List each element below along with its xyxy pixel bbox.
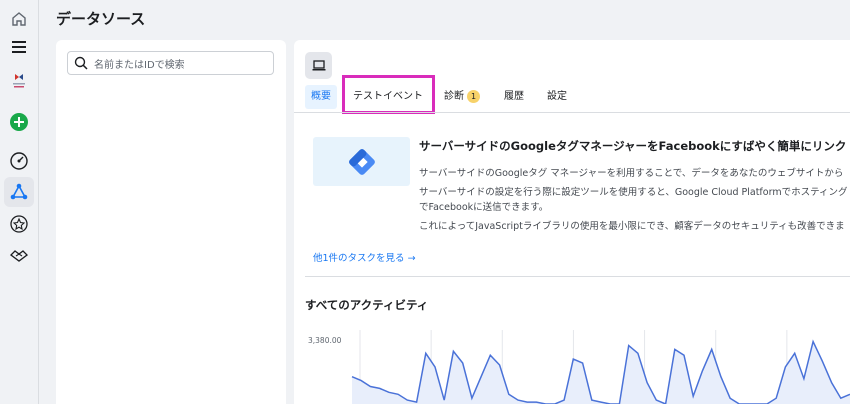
see-more-tasks-link[interactable]: 他1件のタスクを見る → bbox=[313, 250, 416, 264]
events-manager-icon[interactable] bbox=[4, 177, 34, 207]
chart-area-fill bbox=[352, 341, 850, 404]
data-source-list-panel: 名前またはIDで検索 bbox=[56, 40, 286, 404]
promo-text-line: サーバーサイドのGoogleタグ マネージャーを利用することで、データをあなたの… bbox=[419, 168, 844, 179]
home-icon[interactable] bbox=[4, 4, 34, 34]
page-title: データソース bbox=[56, 10, 146, 28]
left-nav-rail bbox=[0, 0, 39, 404]
promo-title: サーバーサイドのGoogleタグマネージャーをFacebookにすばやく簡単にリ… bbox=[419, 139, 847, 153]
tab-settings[interactable]: 設定 bbox=[547, 85, 567, 109]
activity-chart bbox=[351, 330, 850, 404]
partner-handshake-icon[interactable] bbox=[4, 240, 34, 270]
promo-text-line: これによってJavaScriptライブラリの使用を最小限にでき、顧客データのセキ… bbox=[419, 221, 845, 232]
activity-section-title: すべてのアクティビティ bbox=[305, 298, 429, 312]
data-source-detail-panel: 概要 テストイベント 診断 1 履歴 設定 サーバーサイドのGoogleタグマネー… bbox=[294, 40, 850, 404]
search-placeholder: 名前またはIDで検索 bbox=[94, 60, 185, 71]
promo-text-line: サーバーサイドの設定を行う際に設定ツールを使用すると、Google Cloud … bbox=[419, 187, 848, 198]
search-icon bbox=[74, 56, 88, 70]
google-tag-manager-logo bbox=[313, 137, 410, 186]
star-badge-icon[interactable] bbox=[4, 209, 34, 239]
tab-overview[interactable]: 概要 bbox=[305, 85, 337, 109]
business-logo-icon[interactable] bbox=[4, 66, 34, 96]
menu-icon[interactable] bbox=[4, 32, 34, 62]
tab-diagnostics[interactable]: 診断 1 bbox=[444, 85, 480, 109]
test-events-highlight-box bbox=[342, 75, 435, 114]
dashboard-gauge-icon[interactable] bbox=[4, 146, 34, 176]
promo-text-line: でFacebookに送信できます。 bbox=[419, 202, 549, 213]
diagnostics-count-badge: 1 bbox=[467, 89, 480, 103]
tab-history[interactable]: 履歴 bbox=[504, 85, 524, 109]
tab-divider bbox=[294, 112, 850, 113]
section-divider bbox=[305, 276, 850, 277]
search-input[interactable]: 名前またはIDで検索 bbox=[67, 51, 274, 75]
create-plus-icon[interactable] bbox=[4, 107, 34, 137]
data-source-icon bbox=[305, 52, 332, 79]
